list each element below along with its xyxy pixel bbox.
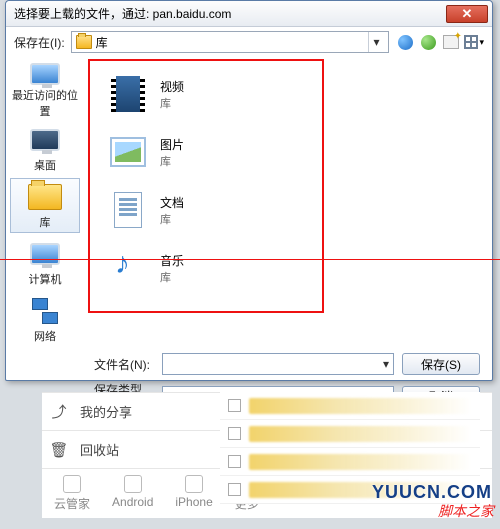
back-icon [398,35,413,50]
annotation-line [0,259,500,260]
list-item[interactable] [220,392,480,420]
libraries-icon [28,184,62,210]
new-folder-icon [443,35,459,49]
device-android[interactable]: Android [112,475,153,512]
chevron-down-icon: ▾ [479,37,484,48]
sidebar-item-network[interactable]: 网络 [10,292,80,347]
music-icon [111,251,145,285]
titlebar: 选择要上载的文件，通过: pan.baidu.com ✕ [6,1,492,27]
watermark-sub: 脚本之家 [438,501,494,521]
checkbox[interactable] [228,399,241,412]
location-row: 保存在(I): 库 ▾ ▾ [6,27,492,57]
save-in-label: 保存在(I): [14,34,65,51]
list-item[interactable] [220,420,480,448]
watermark: YUUCN.COM [372,482,492,503]
dialog-title: 选择要上载的文件，通过: pan.baidu.com [14,5,446,22]
dialog-body: 最近访问的位置 桌面 库 计算机 网络 视频库 图片库 文档库 音乐库 [6,57,492,347]
folder-icon [76,35,92,49]
recent-icon [30,63,60,85]
up-button[interactable] [418,32,438,52]
save-button[interactable]: 保存(S) [402,353,480,375]
blurred-name [249,426,472,442]
desktop-icon [30,129,60,151]
filename-input[interactable]: ▾ [162,353,394,375]
filename-label: 文件名(N): [94,356,154,373]
sidebar-item-desktop[interactable]: 桌面 [10,121,80,176]
share-icon: ⤴ [50,403,68,421]
list-item[interactable] [220,448,480,476]
sidebar-item-libraries[interactable]: 库 [10,178,80,233]
video-icon [111,76,145,112]
back-button[interactable] [395,32,415,52]
location-combo[interactable]: 库 ▾ [71,31,389,53]
sidebar-item-computer[interactable]: 计算机 [10,235,80,290]
device-cloud[interactable]: 云管家 [54,475,90,512]
device-iphone[interactable]: iPhone [175,475,212,512]
computer-icon [30,243,60,265]
network-icon [30,298,60,324]
iphone-icon [185,475,203,493]
cloud-icon [63,475,81,493]
trash-icon: 🗑 [50,441,68,459]
view-button[interactable]: ▾ [464,32,484,52]
android-icon [124,475,142,493]
chevron-down-icon: ▾ [368,32,384,52]
location-text: 库 [96,34,108,51]
close-button[interactable]: ✕ [446,5,488,23]
chevron-down-icon: ▾ [383,357,389,371]
newfolder-button[interactable] [441,32,461,52]
checkbox[interactable] [228,455,241,468]
up-icon [421,35,436,50]
toolbar: ▾ [395,32,484,52]
file-save-dialog: 选择要上载的文件，通过: pan.baidu.com ✕ 保存在(I): 库 ▾… [5,0,493,381]
view-icon [464,35,478,49]
picture-icon [110,137,146,167]
checkbox[interactable] [228,427,241,440]
places-sidebar: 最近访问的位置 桌面 库 计算机 网络 [6,57,84,347]
file-area[interactable]: 视频库 图片库 文档库 音乐库 [84,57,492,347]
blurred-name [249,398,472,414]
checkbox[interactable] [228,483,241,496]
document-icon [114,192,142,228]
sidebar-item-recent[interactable]: 最近访问的位置 [10,63,80,119]
blurred-name [249,454,472,470]
